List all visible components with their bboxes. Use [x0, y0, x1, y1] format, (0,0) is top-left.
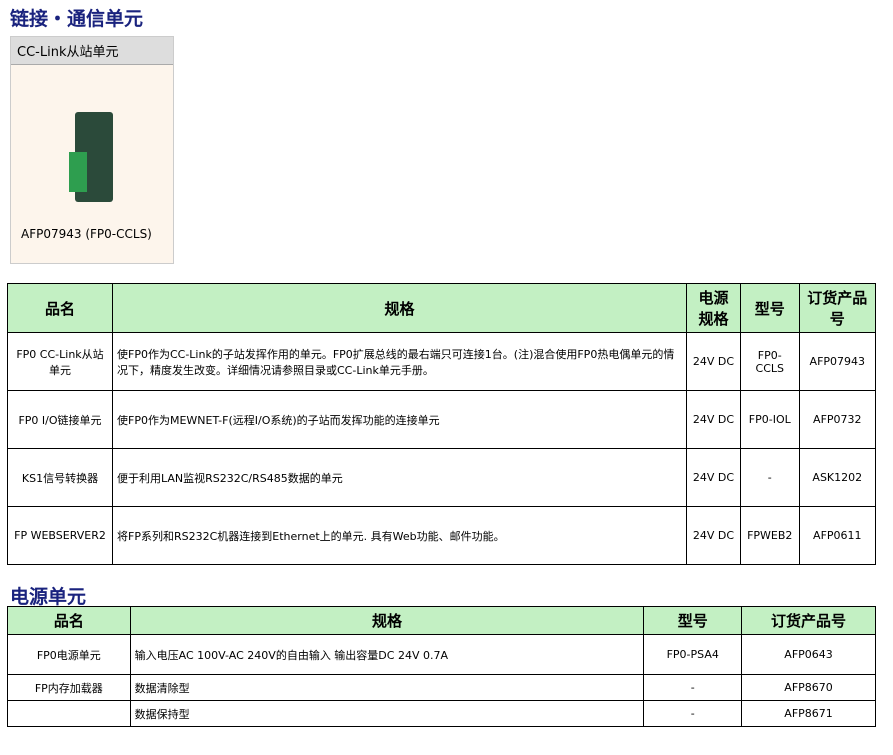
table-row: FP0 I/O链接单元 使FP0作为MEWNET-F(远程I/O系统)的子站而发挥… — [7, 390, 877, 449]
table-row: FP0电源单元 输入电压AC 100V-AC 240V的自由输入 输出容量DC 2… — [7, 634, 876, 675]
table-row: 数据保持型 - AFP8671 — [7, 700, 876, 727]
table-cell: 数据清除型 — [129, 674, 645, 701]
table-cell: FPWEB2 — [739, 506, 800, 565]
link-units-table: 品名 规格 电源规格 型号 订货产品号 FP0 CC-Link从站单元 使FP0作为CC-L… — [7, 283, 877, 565]
table-cell: FP0电源单元 — [7, 634, 131, 675]
table-cell: AFP07943 — [798, 332, 877, 391]
col-header: 订货产品号 — [798, 283, 877, 333]
table-cell: FP0-IOL — [739, 390, 800, 449]
table-cell — [7, 700, 131, 727]
col-header: 电源规格 — [685, 283, 741, 333]
table-cell: - — [643, 674, 743, 701]
table-cell: - — [739, 448, 800, 507]
table-cell: ASK1202 — [798, 448, 877, 507]
table-cell: AFP0643 — [741, 634, 876, 675]
card-caption: AFP07943 (FP0-CCLS) — [21, 227, 152, 241]
section-title-power: 电源单元 — [10, 586, 87, 608]
table-cell: 24V DC — [685, 506, 741, 565]
table-cell: 输入电压AC 100V-AC 240V的自由输入 输出容量DC 24V 0.7A — [129, 634, 645, 675]
table-cell: 将FP系列和RS232C机器连接到Ethernet上的单元. 具有Web功能、邮… — [112, 506, 687, 565]
table-cell: 使FP0作为MEWNET-F(远程I/O系统)的子站而发挥功能的连接单元 — [112, 390, 687, 449]
table-cell: FP0 CC-Link从站单元 — [7, 332, 113, 391]
table-cell: KS1信号转换器 — [7, 448, 113, 507]
table-cell: FP内存加载器 — [7, 674, 131, 701]
table-cell: FP0-CCLS — [739, 332, 800, 391]
table-cell: 数据保持型 — [129, 700, 645, 727]
col-header: 规格 — [112, 283, 687, 333]
table-row: FP WEBSERVER2 将FP系列和RS232C机器连接到Ethernet上的… — [7, 506, 877, 565]
col-header: 规格 — [129, 606, 645, 635]
card-title: CC-Link从站单元 — [11, 37, 173, 65]
power-units-table: 品名 规格 型号 订货产品号 FP0电源单元 输入电压AC 100V-AC 240V的自由… — [7, 606, 876, 727]
table-cell: FP WEBSERVER2 — [7, 506, 113, 565]
terminal-image — [69, 152, 87, 192]
table-cell: FP0-PSA4 — [643, 634, 743, 675]
section-title-link: 链接・通信单元 — [10, 8, 144, 30]
table-cell: 24V DC — [685, 390, 741, 449]
table-row: FP内存加载器 数据清除型 - AFP8670 — [7, 674, 876, 701]
table-cell: 使FP0作为CC-Link的子站发挥作用的单元。FP0扩展总线的最右端只可连接1… — [112, 332, 687, 391]
col-header: 型号 — [739, 283, 800, 333]
table-cell: FP0 I/O链接单元 — [7, 390, 113, 449]
col-header: 品名 — [7, 283, 113, 333]
col-header: 品名 — [7, 606, 131, 635]
col-header: 订货产品号 — [741, 606, 876, 635]
col-header: 型号 — [643, 606, 743, 635]
table-cell: AFP0732 — [798, 390, 877, 449]
table-cell: 24V DC — [685, 332, 741, 391]
table-cell: - — [643, 700, 743, 727]
table-cell: AFP8671 — [741, 700, 876, 727]
table-cell: 24V DC — [685, 448, 741, 507]
product-card: CC-Link从站单元 AFP07943 (FP0-CCLS) — [10, 36, 174, 264]
table-row: KS1信号转换器 便于利用LAN监视RS232C/RS485数据的单元 24V DC… — [7, 448, 877, 507]
table-cell: 便于利用LAN监视RS232C/RS485数据的单元 — [112, 448, 687, 507]
table-cell: AFP8670 — [741, 674, 876, 701]
table-row: FP0 CC-Link从站单元 使FP0作为CC-Link的子站发挥作用的单元。F… — [7, 332, 877, 391]
table-cell: AFP0611 — [798, 506, 877, 565]
